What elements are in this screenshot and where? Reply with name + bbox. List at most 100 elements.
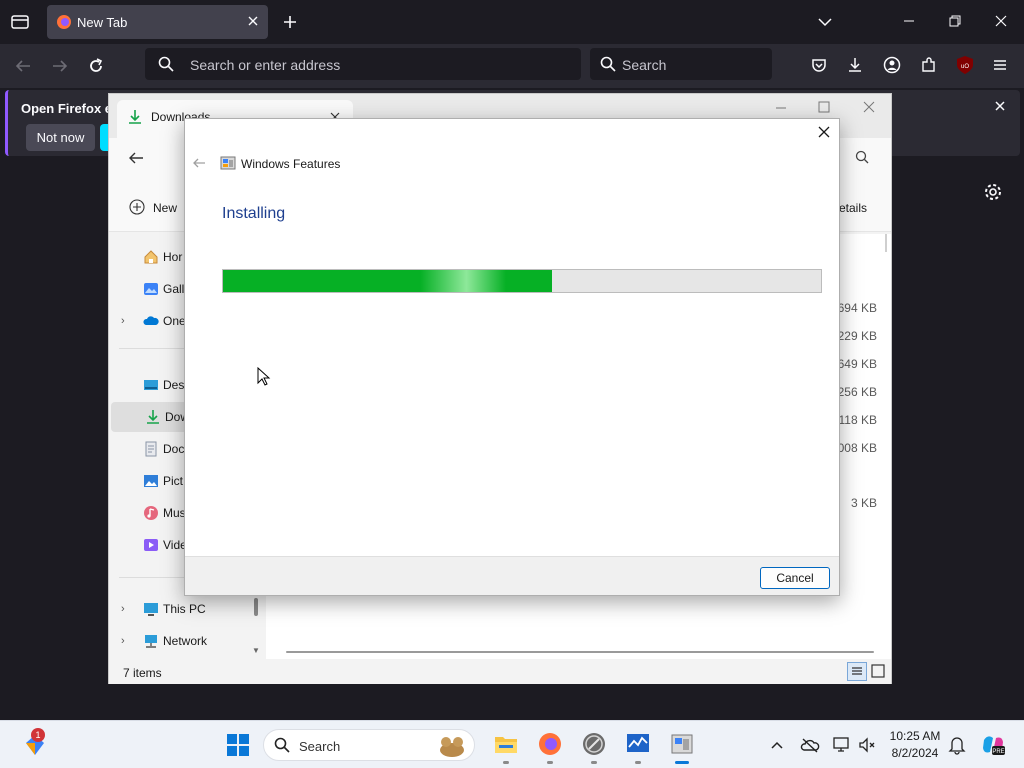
svg-text:PRE: PRE: [992, 749, 1004, 755]
url-bar[interactable]: Search or enter address: [145, 48, 581, 80]
windows-features-icon: [220, 155, 236, 171]
search-highlight-icon: [434, 732, 470, 758]
running-indicator: [635, 761, 641, 764]
tab-list-icon[interactable]: [10, 12, 30, 32]
app-globe-icon[interactable]: [581, 731, 607, 757]
sidebar-scrollbar-thumb[interactable]: [254, 598, 258, 616]
downloads-icon[interactable]: [846, 56, 864, 74]
sidebar-item-label: Mus: [163, 506, 186, 520]
dialog-heading: Installing: [222, 205, 286, 222]
taskbar-search-box[interactable]: Search: [263, 729, 475, 761]
desktop-icon: [143, 377, 159, 393]
start-windows-icon[interactable]: [226, 733, 250, 757]
copilot-preview-icon[interactable]: PRE: [980, 732, 1006, 758]
minimize-icon[interactable]: [902, 14, 916, 28]
close-window-icon[interactable]: [863, 101, 875, 113]
minimize-icon[interactable]: [775, 102, 787, 114]
sidebar-item-label: Pict: [163, 474, 184, 488]
volume-muted-icon[interactable]: [858, 736, 876, 754]
back-arrow-icon[interactable]: [127, 149, 145, 167]
search-bar[interactable]: Search: [590, 48, 772, 80]
search-icon[interactable]: [855, 150, 869, 164]
videos-icon: [143, 537, 159, 553]
onedrive-offline-icon[interactable]: [800, 736, 820, 754]
sidebar-item-label: Gall: [163, 282, 185, 296]
reload-icon[interactable]: [87, 57, 105, 75]
gallery-icon: [143, 281, 159, 297]
running-indicator: [547, 761, 553, 764]
onedrive-icon: [143, 313, 159, 329]
documents-icon: [143, 441, 159, 457]
account-icon[interactable]: [883, 56, 901, 74]
scroll-down-arrow-icon[interactable]: ▼: [252, 646, 260, 655]
firefox-icon[interactable]: [537, 731, 563, 757]
progress-bar-fill: [223, 270, 552, 292]
extensions-icon[interactable]: [920, 56, 938, 74]
dialog-footer: Cancel: [185, 556, 839, 595]
sidebar-item-network[interactable]: › Network: [109, 626, 259, 656]
pocket-icon[interactable]: [810, 56, 828, 74]
firefox-tab-bar: New Tab: [0, 0, 1024, 44]
running-indicator: [591, 761, 597, 764]
horizontal-scrollbar[interactable]: [286, 651, 874, 653]
close-notification-icon[interactable]: [993, 99, 1007, 113]
menu-hamburger-icon[interactable]: [991, 56, 1009, 74]
sidebar-item-this-pc[interactable]: › This PC: [109, 594, 259, 624]
new-button-label[interactable]: New: [153, 201, 177, 215]
back-arrow-icon[interactable]: [191, 155, 207, 171]
close-tab-icon[interactable]: [246, 14, 260, 28]
search-bar-placeholder: Search: [622, 57, 667, 73]
tab-title: New Tab: [77, 15, 128, 30]
this-pc-icon: [143, 601, 159, 617]
list-all-tabs-chevron-icon[interactable]: [817, 14, 833, 30]
home-icon: [143, 249, 159, 265]
dialog-title: Windows Features: [241, 157, 341, 171]
ublock-origin-icon[interactable]: uO: [955, 55, 975, 75]
details-button-label[interactable]: etails: [839, 201, 867, 215]
windows-features-taskbar-icon[interactable]: [669, 731, 695, 757]
active-indicator: [675, 761, 689, 764]
chevron-right-icon[interactable]: ›: [121, 315, 125, 327]
details-view-icon[interactable]: [847, 662, 867, 681]
status-bar: 7 items: [109, 659, 891, 684]
running-indicator: [503, 761, 509, 764]
forward-arrow-icon[interactable]: [51, 57, 69, 75]
item-count: 7 items: [123, 666, 162, 680]
network-icon: [143, 633, 159, 649]
show-hidden-icons-chevron-icon[interactable]: [770, 738, 784, 752]
mouse-cursor-icon: [257, 367, 271, 387]
sidebar-item-label: One: [163, 314, 186, 328]
not-now-button[interactable]: Not now: [26, 124, 95, 151]
clock-time[interactable]: 10:25 AM: [883, 729, 947, 743]
sidebar-item-label: Network: [163, 634, 208, 648]
file-explorer-icon[interactable]: [493, 731, 519, 757]
new-tab-plus-icon[interactable]: [282, 14, 298, 30]
music-icon: [143, 505, 159, 521]
taskbar: 1 Search 10:25 AM 8/2/2024 PRE: [0, 720, 1024, 768]
progress-bar: [222, 269, 822, 293]
tiles-view-icon[interactable]: [871, 664, 885, 678]
close-dialog-icon[interactable]: [817, 125, 831, 139]
svg-text:uO: uO: [961, 64, 969, 70]
cancel-button[interactable]: Cancel: [760, 567, 830, 589]
sidebar-item-label: Doc: [163, 442, 185, 456]
taskbar-search-label: Search: [299, 739, 341, 754]
task-manager-icon[interactable]: [625, 731, 651, 757]
maximize-icon[interactable]: [818, 101, 830, 113]
pictures-icon: [143, 473, 159, 489]
vertical-scrollbar[interactable]: [885, 234, 887, 252]
close-window-icon[interactable]: [994, 14, 1008, 28]
settings-gear-icon[interactable]: [983, 182, 1003, 202]
back-arrow-icon[interactable]: [14, 57, 32, 75]
restore-icon[interactable]: [948, 14, 962, 28]
chevron-right-icon[interactable]: ›: [121, 635, 125, 647]
download-icon: [145, 409, 161, 425]
search-icon: [274, 737, 290, 753]
url-bar-placeholder: Search or enter address: [190, 57, 341, 73]
chevron-right-icon[interactable]: ›: [121, 603, 125, 615]
network-ethernet-icon[interactable]: [833, 736, 851, 754]
notifications-bell-icon[interactable]: [948, 735, 966, 755]
new-plus-icon[interactable]: [129, 199, 145, 215]
tab-new-tab[interactable]: New Tab: [47, 5, 268, 39]
clock-date[interactable]: 8/2/2024: [883, 746, 947, 760]
